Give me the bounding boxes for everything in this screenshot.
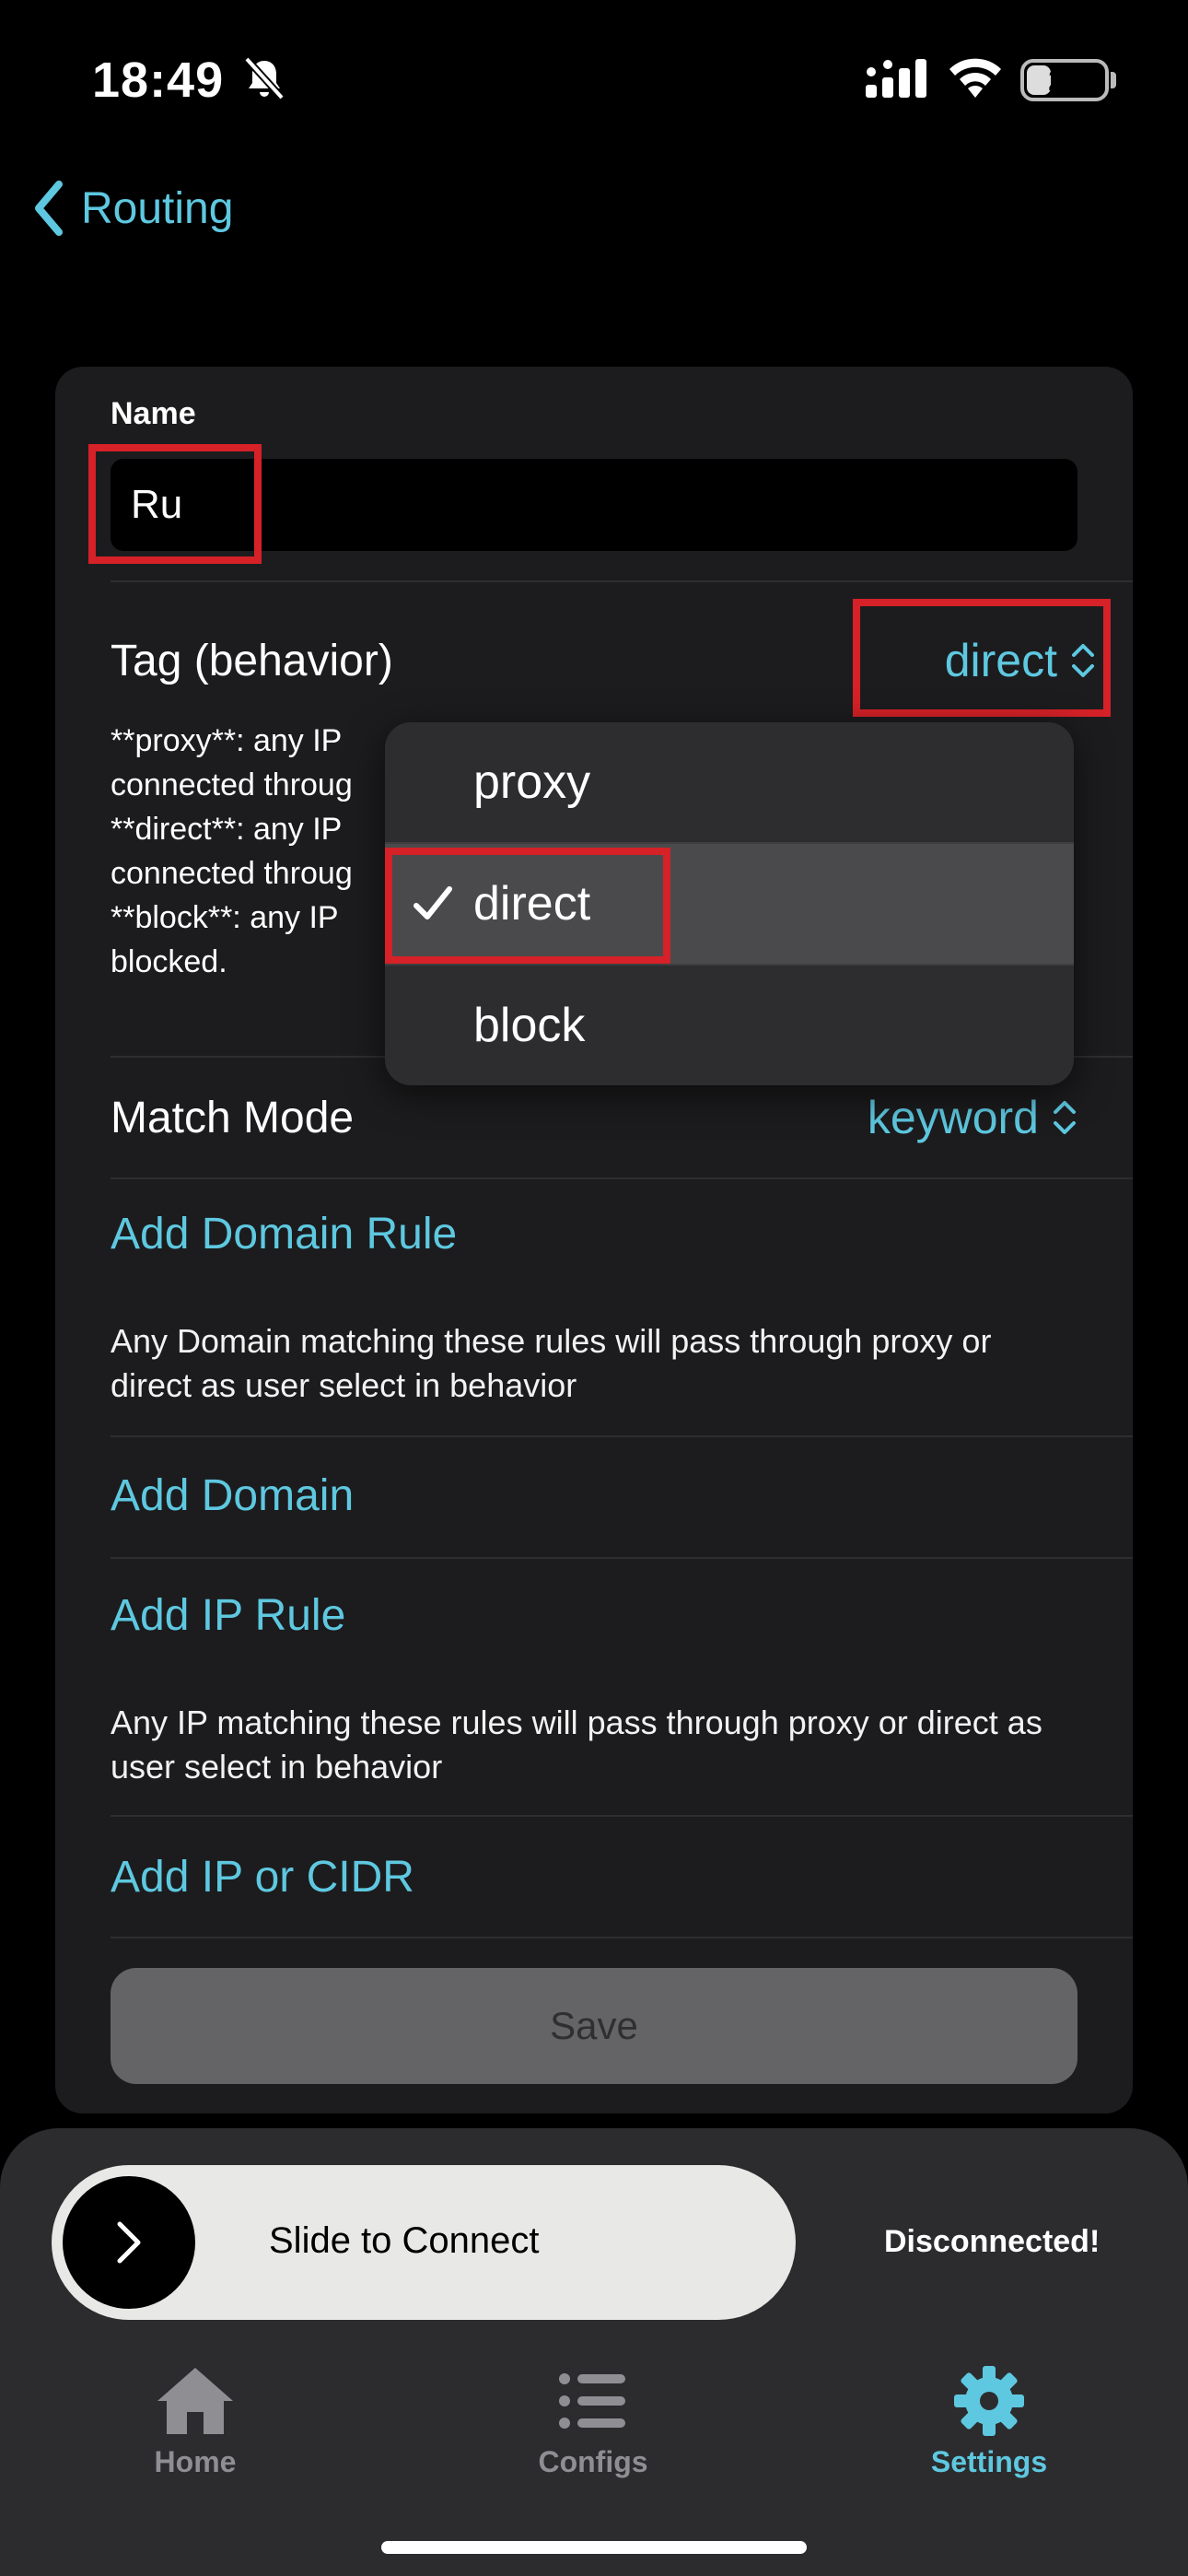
battery-cap xyxy=(1111,72,1116,88)
list-icon xyxy=(559,2373,625,2429)
battery-level: 28 xyxy=(1048,63,1081,97)
add-domain-button[interactable]: Add Domain xyxy=(111,1470,354,1521)
divider xyxy=(111,1177,1133,1179)
match-mode-label: Match Mode xyxy=(111,1094,355,1142)
battery-icon: 28 xyxy=(1020,59,1109,101)
tab-label: Configs xyxy=(538,2445,648,2478)
chevron-up-down-icon xyxy=(1054,1101,1076,1134)
add-domain-rule-button[interactable]: Add Domain Rule xyxy=(111,1209,457,1259)
slider-knob[interactable] xyxy=(63,2176,195,2309)
tag-label: Tag (behavior) xyxy=(111,637,393,685)
divider xyxy=(111,1815,1133,1817)
tab-home[interactable]: Home xyxy=(85,2364,306,2479)
highlight-box-tag xyxy=(853,599,1111,717)
tag-description: **proxy**: any IP connected throug **dir… xyxy=(111,723,353,979)
add-ip-cidr-button[interactable]: Add IP or CIDR xyxy=(111,1852,414,1903)
highlight-box-name xyxy=(88,444,262,564)
house-icon xyxy=(157,2368,233,2434)
chevron-left-icon xyxy=(35,181,63,236)
tab-settings[interactable]: Settings xyxy=(879,2364,1100,2479)
home-indicator xyxy=(381,2541,807,2554)
add-ip-rule-button[interactable]: Add IP Rule xyxy=(111,1590,345,1641)
divider xyxy=(111,1937,1133,1938)
bell-muted-icon xyxy=(244,56,285,100)
menu-item-block[interactable]: block xyxy=(385,966,1074,1085)
menu-item-label: proxy xyxy=(473,755,591,809)
match-mode-value: keyword xyxy=(867,1092,1039,1143)
connection-status: Disconnected! xyxy=(884,2224,1101,2259)
save-button[interactable]: Save xyxy=(111,1968,1077,2084)
gear-icon xyxy=(954,2366,1024,2436)
menu-item-label: block xyxy=(473,999,586,1052)
ip-rule-info: Any IP matching these rules will pass th… xyxy=(111,1704,1042,1786)
domain-rule-info: Any Domain matching these rules will pas… xyxy=(111,1322,992,1404)
status-time: 18:49 xyxy=(92,53,225,108)
divider xyxy=(111,1557,1133,1559)
back-label: Routing xyxy=(81,183,234,233)
match-mode-picker[interactable]: keyword xyxy=(868,1091,1077,1144)
wifi-icon xyxy=(949,58,1001,98)
chevron-right-icon xyxy=(117,2221,141,2264)
tab-label: Home xyxy=(154,2445,237,2478)
back-button[interactable]: Routing xyxy=(33,181,233,236)
slider-label: Slide to Connect xyxy=(269,2220,540,2261)
tab-label: Settings xyxy=(930,2445,1048,2478)
cellular-signal-icon xyxy=(866,59,926,98)
tab-configs[interactable]: Configs xyxy=(483,2364,704,2479)
divider xyxy=(111,580,1133,582)
divider xyxy=(111,1435,1133,1437)
menu-item-proxy[interactable]: proxy xyxy=(385,722,1074,842)
name-label: Name xyxy=(111,396,196,431)
highlight-box-direct xyxy=(385,848,670,964)
